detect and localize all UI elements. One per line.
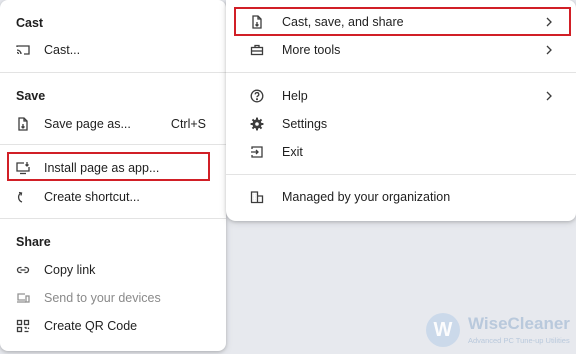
divider	[0, 218, 226, 219]
menu-item-label: Copy link	[44, 263, 96, 277]
menu-item-label: Send to your devices	[44, 291, 161, 305]
menu-item-managed-by-organization[interactable]: Managed by your organization	[226, 183, 576, 211]
menu-item-label: Exit	[282, 145, 303, 159]
menu-item-label: Managed by your organization	[282, 190, 451, 204]
toolbox-icon	[250, 43, 264, 57]
chevron-right-icon	[544, 90, 554, 102]
chevron-right-icon	[544, 44, 554, 56]
menu-item-copy-link[interactable]: Copy link	[0, 256, 226, 284]
exit-icon	[250, 145, 264, 159]
wisecleaner-logo: W	[426, 313, 460, 347]
qr-code-icon	[16, 319, 30, 333]
menu-item-more-tools[interactable]: More tools	[226, 36, 576, 64]
wisecleaner-watermark: W WiseCleaner Advanced PC Tune-up Utilit…	[426, 310, 576, 354]
menu-item-create-qr-code[interactable]: Create QR Code	[0, 312, 226, 340]
share-section-title: Share	[16, 235, 51, 249]
menu-item-cast[interactable]: Cast...	[0, 36, 226, 64]
highlight-box-cast-save-share	[234, 7, 571, 36]
cast-save-share-submenu: Cast Cast... Save Save page as... Ctrl+S…	[0, 0, 226, 351]
divider	[0, 144, 226, 145]
browser-main-menu: Cast, save, and share More tools Help Se…	[226, 0, 576, 221]
menu-item-send-to-your-devices[interactable]: Send to your devices	[0, 284, 226, 312]
devices-icon	[16, 291, 30, 305]
help-icon	[250, 89, 264, 103]
menu-item-save-page-as[interactable]: Save page as... Ctrl+S	[0, 110, 226, 138]
menu-item-label: More tools	[282, 43, 341, 57]
building-icon	[250, 190, 264, 204]
divider	[226, 72, 576, 73]
menu-item-create-shortcut[interactable]: Create shortcut...	[0, 183, 226, 211]
menu-item-label: Save page as...	[44, 117, 131, 131]
menu-item-label: Settings	[282, 117, 328, 131]
watermark-tagline: Advanced PC Tune-up Utilities	[468, 336, 570, 345]
shortcut-arrow-icon	[16, 190, 30, 204]
divider	[0, 72, 226, 73]
menu-item-settings[interactable]: Settings	[226, 110, 576, 138]
menu-item-label: Create QR Code	[44, 319, 138, 333]
keyboard-shortcut: Ctrl+S	[170, 117, 206, 131]
divider	[226, 174, 576, 175]
menu-item-label: Create shortcut...	[44, 190, 140, 204]
menu-item-help[interactable]: Help	[226, 82, 576, 110]
cast-icon	[16, 43, 30, 57]
gear-icon	[250, 117, 264, 131]
menu-item-label: Cast...	[44, 43, 81, 57]
cast-section-title: Cast	[16, 16, 44, 30]
menu-item-label: Help	[282, 89, 308, 103]
menu-item-exit[interactable]: Exit	[226, 138, 576, 166]
link-icon	[16, 263, 30, 277]
highlight-box-install-app	[7, 152, 210, 181]
save-section-title: Save	[16, 89, 46, 103]
watermark-name: WiseCleaner	[468, 314, 570, 333]
save-page-icon	[16, 117, 30, 131]
